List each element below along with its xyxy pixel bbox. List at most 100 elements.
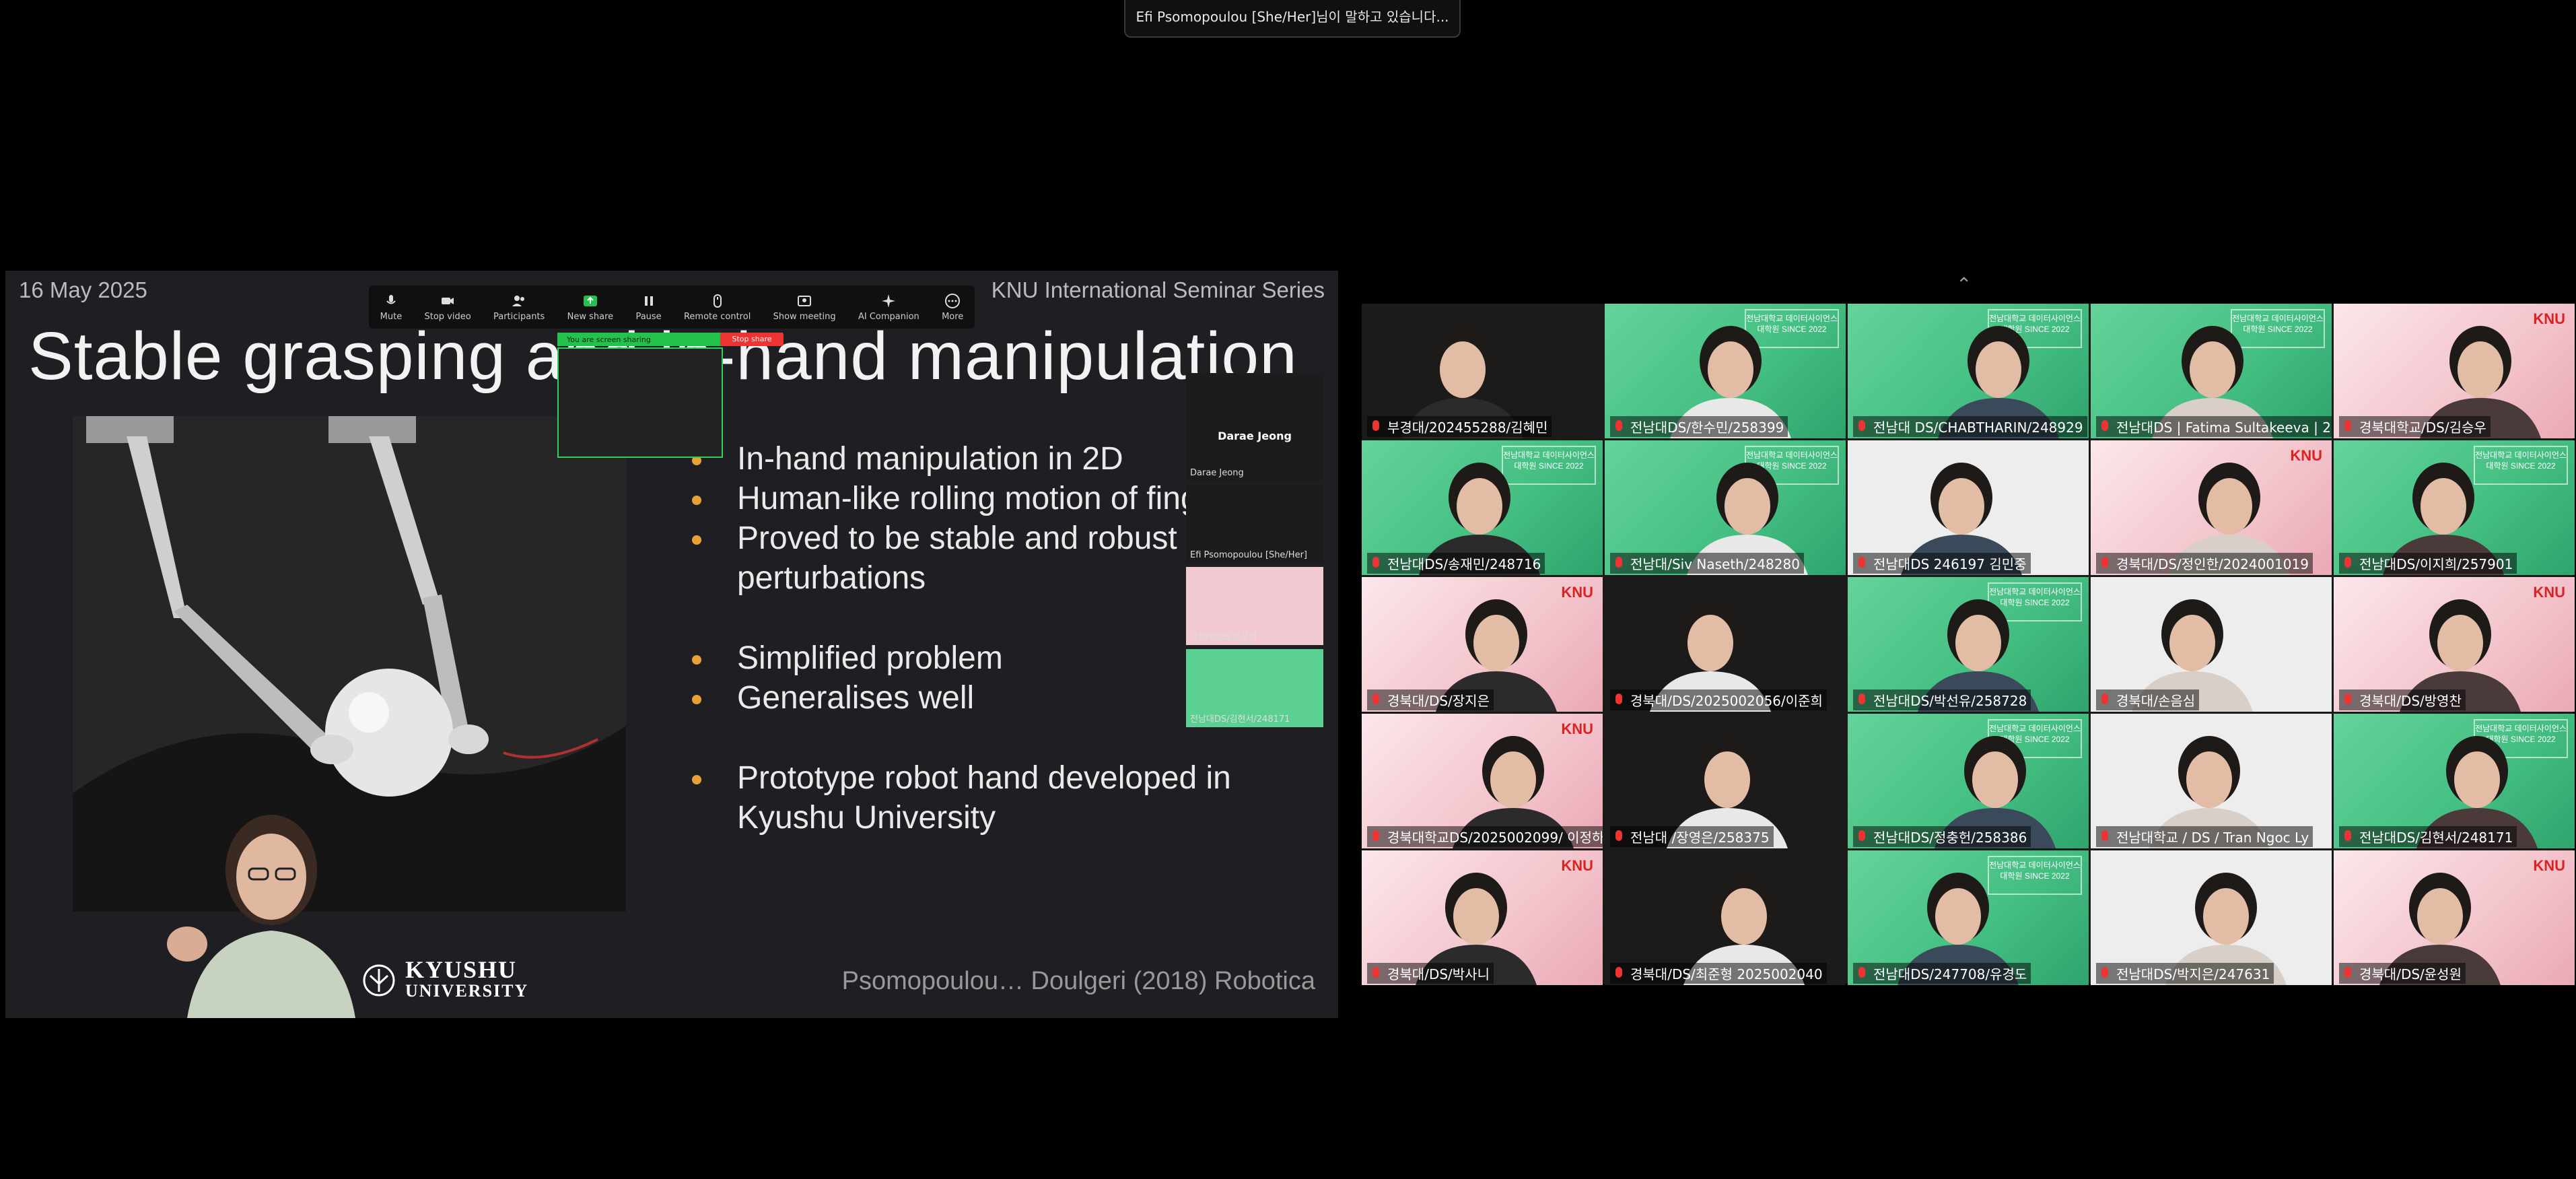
participant-name: 전남대학교 / DS / Tran Ngoc Ly xyxy=(2096,826,2313,847)
participant-tile[interactable]: 경북대/DS/최준형 2025002040 xyxy=(1605,850,1846,985)
participant-tile[interactable]: 전남대학교 데이터사이언스 대학원 SINCE 2022 전남대DS/송재민/24… xyxy=(1362,440,1603,575)
logo-line1: KYUSHU xyxy=(405,956,518,983)
ai-companion-button[interactable]: AI Companion xyxy=(858,293,919,322)
mic-icon xyxy=(386,294,396,304)
floating-video-panel: Darae Jeong Darae Jeong Efi Psomopoulou … xyxy=(1186,373,1323,727)
participant-tile[interactable]: 전남대학교 / DS / Tran Ngoc Ly xyxy=(2091,714,2332,848)
logo-line2: UNIVERSITY xyxy=(405,981,529,1001)
participant-gallery: 부경대/202455288/김혜민전남대학교 데이터사이언스 대학원 SINCE… xyxy=(1362,304,2575,985)
stop-video-label: Stop video xyxy=(424,311,471,322)
participants-button[interactable]: Participants xyxy=(493,293,545,322)
participant-tile[interactable]: KNU 경북대/DS/박사니 xyxy=(1362,850,1603,985)
kyushu-university-logo: KYUSHU UNIVERSITY xyxy=(362,956,529,1002)
slide-citation: Psomopoulou… Doulgeri (2018) Robotica xyxy=(841,967,1315,995)
participant-name: 경북대/DS/장지은 xyxy=(1367,689,1494,710)
participant-tile[interactable]: KNU 경북대/DS/장지은 xyxy=(1362,577,1603,712)
participant-name: 전남대DS/247708/유경도 xyxy=(1853,963,2031,984)
remote-control-button[interactable]: Remote control xyxy=(684,293,751,322)
stop-share-button[interactable]: Stop share xyxy=(720,333,784,346)
mute-button[interactable]: Mute xyxy=(380,293,402,322)
share-icon xyxy=(583,295,597,306)
floating-video-name: Darae Jeong xyxy=(1190,468,1244,478)
participant-name: 경북대/DS/박사니 xyxy=(1367,963,1494,984)
floating-video-kim[interactable]: 전남대DS/김현서/248171 xyxy=(1186,649,1323,727)
more-label: More xyxy=(942,311,964,322)
pause-icon xyxy=(644,296,653,306)
participant-name: 전남대DS/정충헌/258386 xyxy=(1853,826,2031,847)
participant-tile[interactable]: KNU 경북대/DS/윤성원 xyxy=(2334,850,2575,985)
participant-name: 전남대/Siv Naseth/248280 xyxy=(1610,553,1804,574)
participant-name: 경북대학교DS/2025002099/ 이정하 xyxy=(1367,826,1603,847)
pause-button[interactable]: Pause xyxy=(635,293,662,322)
floating-video-darae[interactable]: Darae Jeong Darae Jeong xyxy=(1186,373,1323,481)
floating-video-name: Efi Psomopoulou [She/Her] xyxy=(1190,550,1308,560)
floating-video-yoon[interactable]: 경북대/DS/윤성원 xyxy=(1186,567,1323,645)
floating-video-name: 전남대DS/김현서/248171 xyxy=(1190,714,1290,725)
participant-name: 전남대 DS/CHABTHARIN/248929 xyxy=(1853,416,2087,437)
participant-tile[interactable]: 경북대/DS/2025002056/이준희 xyxy=(1605,577,1846,712)
participant-tile[interactable]: 부경대/202455288/김혜민 xyxy=(1362,304,1603,438)
participant-tile[interactable]: KNU 경북대/DS/방영찬 xyxy=(2334,577,2575,712)
sharing-label: You are screen sharing xyxy=(567,335,651,344)
participant-tile[interactable]: 전남대학교 데이터사이언스 대학원 SINCE 2022 전남대DS | Fati… xyxy=(2091,304,2332,438)
participant-tile[interactable]: 전남대학교 데이터사이언스 대학원 SINCE 2022 전남대/Siv Nase… xyxy=(1605,440,1846,575)
participant-tile[interactable]: KNU 경북대/DS/정인한/2024001019 xyxy=(2091,440,2332,575)
participant-tile[interactable]: 전남대학교 데이터사이언스 대학원 SINCE 2022 전남대DS/이지희/25… xyxy=(2334,440,2575,575)
participant-name: 부경대/202455288/김혜민 xyxy=(1367,416,1552,437)
participant-name: 전남대DS/박선유/258728 xyxy=(1853,689,2031,710)
more-icon xyxy=(945,293,961,308)
participant-tile[interactable]: 경북대/손음심 xyxy=(2091,577,2332,712)
participant-tile[interactable]: 전남대학교 데이터사이언스 대학원 SINCE 2022 전남대DS/박선유/25… xyxy=(1848,577,2089,712)
slide-series-title: KNU International Seminar Series xyxy=(991,277,1325,302)
participant-name: 경북대학교/DS/김승우 xyxy=(2339,416,2491,437)
participant-name: 경북대/DS/방영찬 xyxy=(2339,689,2466,710)
meeting-toolbar: Mute Stop video Participants New share P… xyxy=(369,285,975,329)
show-meeting-label: Show meeting xyxy=(773,311,836,322)
ai-companion-label: AI Companion xyxy=(858,311,919,322)
mouse-icon xyxy=(713,294,722,308)
participant-name: 전남대 /장영은/258375 xyxy=(1610,826,1774,847)
participant-name: 경북대/DS/정인한/2024001019 xyxy=(2096,553,2313,574)
more-button[interactable]: More xyxy=(942,293,963,322)
new-share-label: New share xyxy=(567,311,614,322)
people-icon xyxy=(512,295,525,306)
participant-name: 전남대DS/김현서/248171 xyxy=(2339,826,2517,847)
participant-tile[interactable]: 전남대학교 데이터사이언스 대학원 SINCE 2022 전남대DS/한수민/25… xyxy=(1605,304,1846,438)
floating-video-efi[interactable]: Efi Psomopoulou [She/Her] xyxy=(1186,485,1323,563)
participant-tile[interactable]: 전남대학교 데이터사이언스 대학원 SINCE 2022 전남대DS/정충헌/25… xyxy=(1848,714,2089,848)
participant-tile[interactable]: 전남대학교 데이터사이언스 대학원 SINCE 2022 전남대DS/김현서/24… xyxy=(2334,714,2575,848)
participant-name: 전남대DS | Fatima Sultakeeva | 246401 xyxy=(2096,416,2332,437)
floating-video-header: Darae Jeong xyxy=(1218,430,1292,442)
participant-tile[interactable]: 전남대DS 246197 김민중 xyxy=(1848,440,2089,575)
participant-name: 전남대DS/박지은/247631 xyxy=(2096,963,2274,984)
new-share-button[interactable]: New share xyxy=(567,293,614,322)
active-speaker-banner: Efi Psomopoulou [She/Her]님이 말하고 있습니다... xyxy=(1124,0,1461,38)
participant-name: 경북대/DS/2025002056/이준희 xyxy=(1610,689,1827,710)
camera-icon xyxy=(442,297,454,304)
participants-label: Participants xyxy=(493,311,545,322)
participant-name: 경북대/DS/윤성원 xyxy=(2339,963,2466,984)
floating-video-name: 경북대/DS/윤성원 xyxy=(1190,632,1257,642)
participant-tile[interactable]: 전남대학교 데이터사이언스 대학원 SINCE 2022 전남대DS/247708… xyxy=(1848,850,2089,985)
participant-name: 경북대/DS/최준형 2025002040 xyxy=(1610,963,1827,984)
participant-name: 전남대DS 246197 김민중 xyxy=(1853,553,2031,574)
show-meeting-button[interactable]: Show meeting xyxy=(773,293,836,322)
sparkle-icon xyxy=(882,294,896,308)
participant-tile[interactable]: KNU 경북대학교/DS/김승우 xyxy=(2334,304,2575,438)
participant-name: 전남대DS/이지희/257901 xyxy=(2339,553,2517,574)
participant-tile[interactable]: 전남대학교 데이터사이언스 대학원 SINCE 2022 전남대 DS/CHABT… xyxy=(1848,304,2089,438)
remote-control-label: Remote control xyxy=(683,311,751,322)
participant-name: 전남대DS/송재민/248716 xyxy=(1367,553,1545,574)
pause-label: Pause xyxy=(635,311,662,322)
university-emblem-icon xyxy=(363,964,395,997)
meeting-icon xyxy=(798,295,812,306)
participant-tile[interactable]: 전남대DS/박지은/247631 xyxy=(2091,850,2332,985)
participant-tile[interactable]: 전남대 /장영은/258375 xyxy=(1605,714,1846,848)
shared-screen-area: 16 May 2025 KNU International Seminar Se… xyxy=(0,0,1339,1179)
slide-date: 16 May 2025 xyxy=(19,277,147,302)
bullet-item: Prototype robot hand developed in Kyushu… xyxy=(685,758,1249,838)
collapse-gallery-chevron-icon[interactable]: ⌃ xyxy=(1956,273,1972,296)
stop-video-button[interactable]: Stop video xyxy=(424,293,471,322)
presenter-video-cutout xyxy=(167,815,355,1018)
participant-tile[interactable]: KNU 경북대학교DS/2025002099/ 이정하 xyxy=(1362,714,1603,848)
